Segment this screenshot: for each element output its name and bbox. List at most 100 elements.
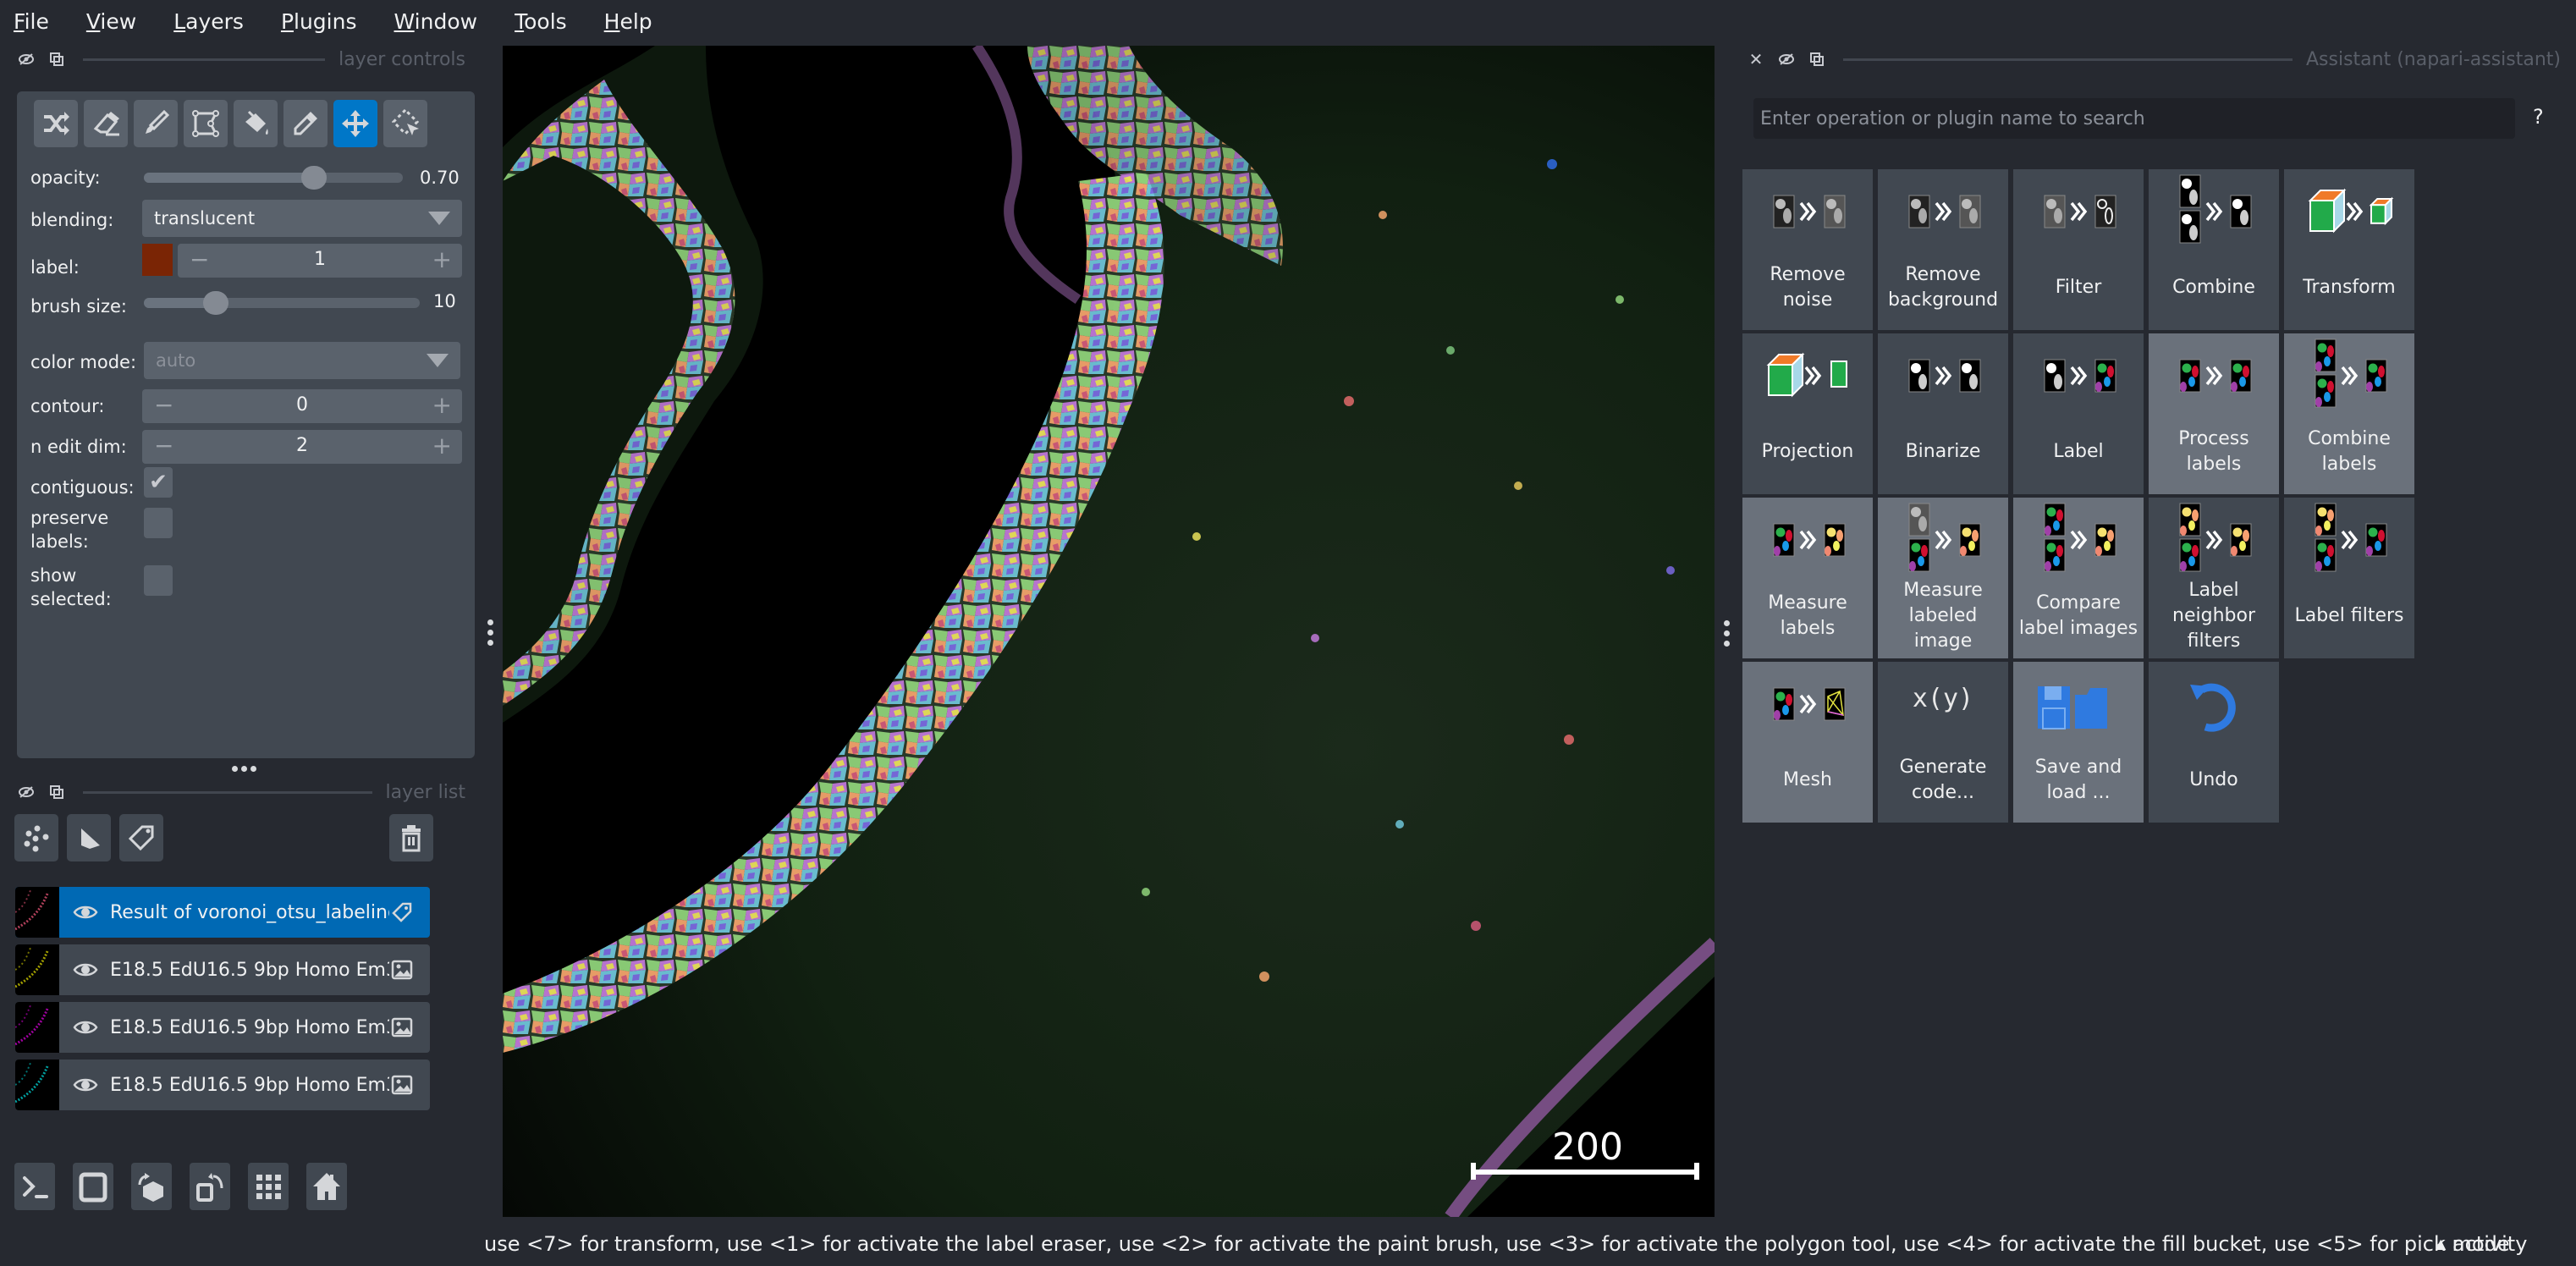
menu-window[interactable]: Window — [394, 9, 478, 34]
operation-tile-binarize[interactable]: Binarize — [1878, 333, 2008, 494]
shuffle-colors-button[interactable] — [34, 100, 78, 147]
increment-icon[interactable]: + — [432, 245, 452, 273]
label-eraser-button[interactable] — [84, 100, 128, 147]
increment-icon[interactable]: + — [432, 391, 452, 419]
operation-tile-label[interactable]: Label — [2013, 333, 2144, 494]
hide-eye-icon[interactable] — [1777, 50, 1796, 69]
operation-tile-combine[interactable]: Combine — [2149, 169, 2279, 330]
image-layer-icon — [389, 1072, 415, 1098]
brush-size-slider[interactable] — [144, 291, 420, 315]
opacity-slider-handle[interactable] — [301, 166, 327, 190]
operation-tile-filter[interactable]: Filter — [2013, 169, 2144, 330]
preserve-labels-checkbox[interactable] — [144, 508, 173, 538]
assistant-operation-grid: Remove noise Remove background Filter Combi… — [1742, 169, 2414, 823]
operation-tile-transform[interactable]: Transform — [2284, 169, 2414, 330]
fill-bucket-icon — [245, 110, 268, 135]
left-splitter-handle[interactable] — [487, 619, 493, 646]
operation-tile-mesh[interactable]: Mesh — [1742, 662, 1873, 823]
toggle-ndisplay-button[interactable] — [73, 1163, 113, 1210]
transform-button[interactable] — [383, 100, 427, 147]
terminal-icon — [23, 1176, 48, 1198]
show-selected-checkbox[interactable] — [144, 565, 173, 596]
operation-tile-process-labels[interactable]: Process labels — [2149, 333, 2279, 494]
transpose-button[interactable] — [190, 1163, 230, 1210]
visibility-eye-icon[interactable] — [73, 1076, 98, 1093]
menu-help[interactable]: Help — [604, 9, 652, 34]
caret-up-icon: ▲ — [2436, 1236, 2447, 1252]
menu-tools[interactable]: Tools — [515, 9, 567, 34]
fill-bucket-button[interactable] — [234, 100, 278, 147]
pan-zoom-button[interactable] — [333, 100, 377, 147]
float-panel-icon[interactable] — [1808, 50, 1826, 69]
save-folder-icon — [2013, 662, 2144, 746]
activity-toggle[interactable]: ▲ activity — [2436, 1232, 2527, 1256]
labels-tool-row — [34, 100, 427, 147]
opacity-slider[interactable] — [144, 166, 403, 190]
operation-tile-combine-labels[interactable]: Combine labels — [2284, 333, 2414, 494]
opacity-slider-fill — [144, 173, 313, 183]
close-icon[interactable]: ✕ — [1747, 49, 1765, 69]
color-mode-label: color mode: — [30, 352, 137, 372]
image-layer-icon — [389, 1015, 415, 1040]
menu-plugins[interactable]: Plugins — [281, 9, 357, 34]
operation-tile-save-and-load[interactable]: Save and load ... — [2013, 662, 2144, 823]
polygon-tool-button[interactable] — [184, 100, 228, 147]
image-labels-to-measure-icon — [1878, 498, 2008, 582]
dock-splitter-handle[interactable] — [232, 766, 256, 772]
layer-controls-title: layer controls — [339, 48, 465, 70]
blending-select[interactable]: translucent — [142, 200, 462, 237]
delete-layer-button[interactable] — [389, 814, 433, 861]
layer-item[interactable]: E18.5 EdU16.5 9bp Homo Em3 S... — [15, 1060, 430, 1110]
layer-list-titlebar: layer list — [17, 775, 465, 809]
contiguous-checkbox[interactable]: ✔ — [144, 467, 173, 498]
hide-eye-icon[interactable] — [17, 783, 36, 801]
color-mode-select[interactable]: auto — [144, 342, 460, 379]
label-spinbox[interactable]: − 1 + — [178, 244, 462, 278]
reset-view-button[interactable] — [306, 1163, 347, 1210]
layer-item[interactable]: E18.5 EdU16.5 9bp Homo Em3 S... — [15, 944, 430, 995]
layer-item[interactable]: Result of voronoi_otsu_labeling ... — [15, 887, 430, 938]
operation-tile-label: Binarize — [1905, 441, 1981, 462]
operation-tile-label: Filter — [2055, 277, 2102, 298]
operation-tile-projection[interactable]: Projection — [1742, 333, 1873, 494]
new-shapes-layer-button[interactable] — [67, 814, 111, 861]
operation-tile-undo[interactable]: Undo — [2149, 662, 2279, 823]
operation-tile-generate-code[interactable]: x(y) Generate code... — [1878, 662, 2008, 823]
grid-view-button[interactable] — [248, 1163, 289, 1210]
float-panel-icon[interactable] — [47, 50, 66, 69]
operation-tile-measure-labels[interactable]: Measure labels — [1742, 498, 1873, 658]
increment-icon[interactable]: + — [432, 432, 452, 460]
operation-tile-compare-label-images[interactable]: Compare label images — [2013, 498, 2144, 658]
visibility-eye-icon[interactable] — [73, 904, 98, 921]
viewer-canvas[interactable] — [503, 46, 1715, 1217]
code-icon: x(y) — [1878, 662, 2008, 746]
operation-tile-remove-background[interactable]: Remove background — [1878, 169, 2008, 330]
roll-dims-button[interactable] — [131, 1163, 172, 1210]
visibility-eye-icon[interactable] — [73, 1019, 98, 1036]
help-button[interactable]: ? — [2533, 105, 2544, 129]
n-edit-dim-spinbox[interactable]: − 2 + — [142, 430, 462, 464]
paint-brush-button[interactable] — [134, 100, 178, 147]
menu-file[interactable]: File — [14, 9, 49, 34]
new-points-layer-button[interactable] — [14, 814, 58, 861]
visibility-eye-icon[interactable] — [73, 961, 98, 978]
float-panel-icon[interactable] — [47, 783, 66, 801]
new-labels-layer-button[interactable] — [119, 814, 163, 861]
menu-view[interactable]: View — [86, 9, 136, 34]
operation-tile-label: Generate code... — [1899, 757, 1987, 803]
right-splitter-handle[interactable] — [1724, 620, 1730, 647]
operation-tile-label-filters[interactable]: Label filters — [2284, 498, 2414, 658]
console-button[interactable] — [14, 1163, 55, 1210]
color-picker-button[interactable] — [283, 100, 328, 147]
contour-spinbox[interactable]: − 0 + — [142, 389, 462, 423]
brush-size-slider-handle[interactable] — [203, 291, 228, 315]
layer-item[interactable]: E18.5 EdU16.5 9bp Homo Em3 S... — [15, 1002, 430, 1053]
layer-thumbnail — [15, 1060, 59, 1110]
operation-tile-remove-noise[interactable]: Remove noise — [1742, 169, 1873, 330]
operation-search-input[interactable]: Enter operation or plugin name to search — [1753, 98, 2515, 139]
label-color-swatch[interactable] — [142, 244, 173, 276]
hide-eye-icon[interactable] — [17, 50, 36, 69]
menu-layers[interactable]: Layers — [173, 9, 244, 34]
operation-tile-measure-labeled-image[interactable]: Measure labeled image — [1878, 498, 2008, 658]
operation-tile-label-neighbor-filters[interactable]: Label neighbor filters — [2149, 498, 2279, 658]
